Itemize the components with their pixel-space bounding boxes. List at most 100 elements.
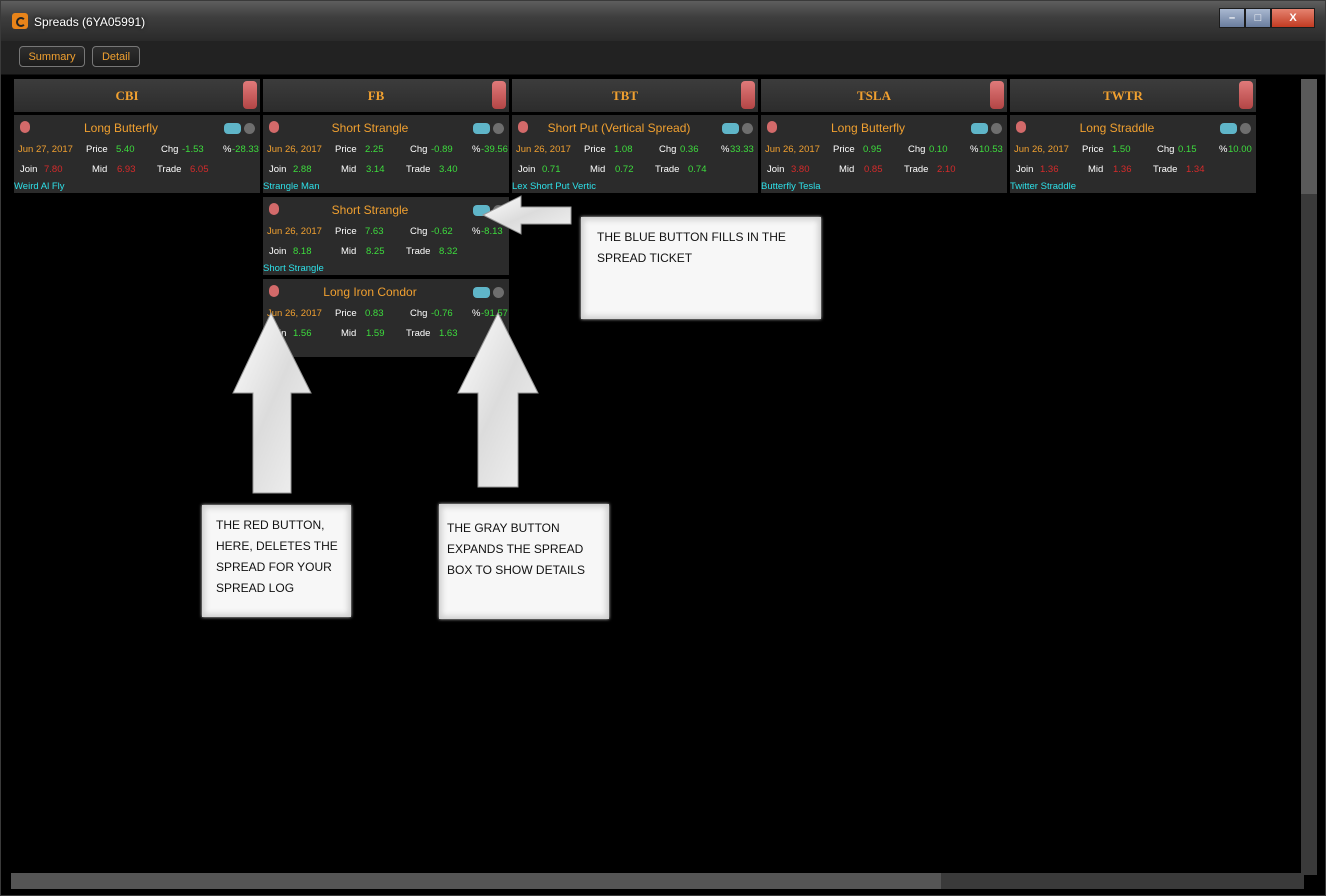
column-symbol: TWTR (1103, 88, 1143, 103)
trade-label: Trade (655, 164, 680, 175)
column-symbol: TBT (611, 88, 638, 103)
expand-details-button[interactable] (1240, 123, 1251, 134)
fill-ticket-button[interactable] (722, 123, 739, 134)
pct-label: % (721, 144, 730, 155)
spread-name: IC 30 (263, 345, 286, 356)
chg-label: Chg (659, 144, 677, 155)
fill-ticket-button[interactable] (473, 205, 490, 216)
chg-label: Chg (1157, 144, 1175, 155)
join-label: Join (269, 328, 287, 339)
expand-details-button[interactable] (244, 123, 255, 134)
price-label: Price (86, 144, 108, 155)
fill-ticket-button[interactable] (1220, 123, 1237, 134)
chg-value: -0.76 (431, 308, 453, 319)
chg-value: 0.10 (929, 144, 948, 155)
trade-value: 1.63 (439, 328, 458, 339)
price-label: Price (335, 308, 357, 319)
expand-details-button[interactable] (991, 123, 1002, 134)
horizontal-scrollbar[interactable] (11, 873, 1304, 889)
join-label: Join (269, 164, 287, 175)
callout-blue-button: THE BLUE BUTTON FILLS IN THE SPREAD TICK… (581, 217, 821, 319)
trade-label: Trade (406, 328, 431, 339)
price-value: 5.40 (116, 144, 135, 155)
delete-spread-button[interactable] (518, 121, 528, 133)
expand-details-button[interactable] (493, 287, 504, 298)
price-value: 0.83 (365, 308, 384, 319)
scrollbar-thumb[interactable] (11, 873, 941, 889)
column-header-tsla: TSLA (761, 79, 1007, 112)
delete-column-button[interactable] (243, 81, 257, 109)
delete-column-button[interactable] (492, 81, 506, 109)
join-value: 7.80 (44, 164, 63, 175)
maximize-icon[interactable]: □ (1245, 8, 1271, 28)
fill-ticket-button[interactable] (473, 123, 490, 134)
trade-value: 1.34 (1186, 164, 1205, 175)
close-icon[interactable]: X (1271, 8, 1315, 28)
column-header-cbi: CBI (14, 79, 260, 112)
trade-label: Trade (904, 164, 929, 175)
chg-value: -1.53 (182, 144, 204, 155)
trade-label: Trade (406, 246, 431, 257)
join-value: 8.18 (293, 246, 312, 257)
delete-spread-button[interactable] (269, 285, 279, 297)
mid-value: 0.72 (615, 164, 634, 175)
spread-type: Long Straddle (1079, 121, 1155, 135)
join-label: Join (518, 164, 536, 175)
delete-spread-button[interactable] (269, 203, 279, 215)
pct-label: % (472, 226, 481, 237)
fill-ticket-button[interactable] (224, 123, 241, 134)
scrollbar-thumb[interactable] (1301, 79, 1317, 194)
pct-value: -39.56 (481, 144, 508, 155)
chg-label: Chg (908, 144, 926, 155)
join-value: 0.71 (542, 164, 561, 175)
trade-value: 2.10 (937, 164, 956, 175)
trade-value: 3.40 (439, 164, 458, 175)
mid-label: Mid (839, 164, 855, 175)
pct-label: % (1219, 144, 1228, 155)
delete-column-button[interactable] (990, 81, 1004, 109)
delete-spread-button[interactable] (269, 121, 279, 133)
window-controls: – □ X (1219, 8, 1315, 28)
mid-label: Mid (92, 164, 108, 175)
delete-column-button[interactable] (1239, 81, 1253, 109)
spread-name: Short Strangle (263, 263, 324, 274)
price-label: Price (335, 226, 357, 237)
price-value: 0.95 (863, 144, 882, 155)
spread-name: Weird Al Fly (14, 181, 65, 192)
trade-value: 8.32 (439, 246, 458, 257)
spread-type: Long Butterfly (830, 121, 906, 135)
column-symbol: FB (367, 88, 385, 103)
delete-spread-button[interactable] (20, 121, 30, 133)
detail-button[interactable]: Detail (92, 46, 140, 67)
trade-label: Trade (157, 164, 182, 175)
price-value: 1.08 (614, 144, 633, 155)
spread-card: Short Strangle Jun 26, 2017 Price 7.63 C… (263, 197, 509, 275)
expand-details-button[interactable] (493, 123, 504, 134)
chg-value: -0.62 (431, 226, 453, 237)
expand-details-button[interactable] (493, 205, 504, 216)
spread-type: Short Strangle (331, 203, 409, 217)
fill-ticket-button[interactable] (971, 123, 988, 134)
summary-button[interactable]: Summary (19, 46, 85, 67)
delete-spread-button[interactable] (767, 121, 777, 133)
title-bar[interactable]: Spreads (6YA05991) – □ X (1, 1, 1325, 41)
expand-details-button[interactable] (742, 123, 753, 134)
fill-ticket-button[interactable] (473, 287, 490, 298)
vertical-scrollbar[interactable] (1301, 79, 1317, 875)
price-label: Price (584, 144, 606, 155)
pct-value: 33.33 (730, 144, 754, 155)
minimize-icon[interactable]: – (1219, 8, 1245, 28)
delete-column-button[interactable] (741, 81, 755, 109)
chg-value: -0.89 (431, 144, 453, 155)
expiry-date: Jun 26, 2017 (765, 144, 820, 155)
delete-spread-button[interactable] (1016, 121, 1026, 133)
chg-label: Chg (410, 308, 428, 319)
expiry-date: Jun 26, 2017 (267, 308, 322, 319)
spread-name: Lex Short Put Vertic (512, 181, 596, 192)
app-logo-icon (12, 13, 28, 29)
callout-gray-button: THE GRAY BUTTON EXPANDS THE SPREAD BOX T… (439, 504, 609, 619)
join-label: Join (767, 164, 785, 175)
pct-value: -91.57 (481, 308, 508, 319)
column-symbol: CBI (115, 88, 139, 103)
mid-value: 0.85 (864, 164, 883, 175)
